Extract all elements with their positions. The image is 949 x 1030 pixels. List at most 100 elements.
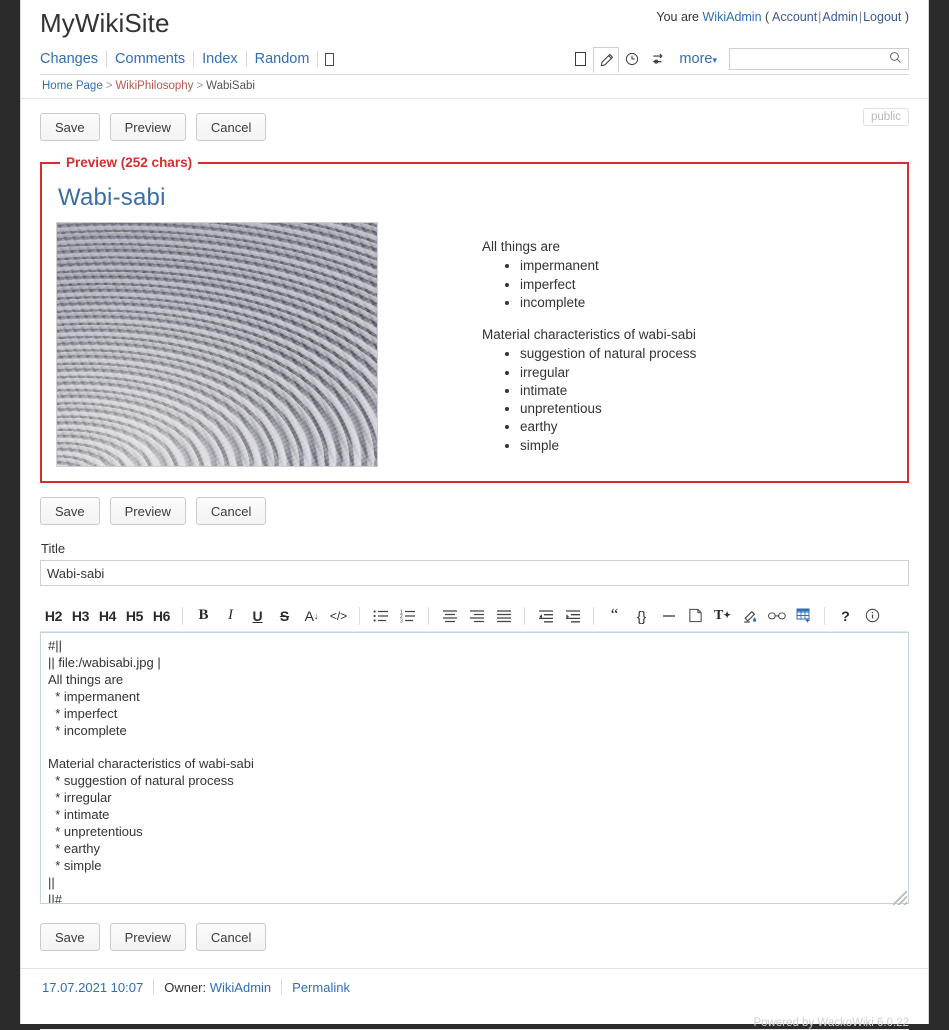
preview-button-middle[interactable]: Preview (110, 497, 186, 525)
align-center-icon[interactable] (436, 603, 463, 629)
wiki-source-textarea[interactable] (40, 632, 909, 904)
indent-icon[interactable] (559, 603, 586, 629)
middle-button-row: Save Preview Cancel (40, 497, 909, 525)
heading-h3-button[interactable]: H3 (67, 603, 94, 629)
save-button-top[interactable]: Save (40, 113, 100, 141)
preview-gap (482, 312, 696, 326)
editor-container (40, 632, 909, 907)
search-input[interactable] (736, 51, 889, 67)
underline-icon[interactable]: U (244, 603, 271, 629)
history-clock-icon[interactable] (619, 47, 645, 71)
align-right-icon[interactable] (463, 603, 490, 629)
toolbar-divider-3 (428, 607, 429, 625)
nav-item-index[interactable]: Index (194, 52, 245, 67)
edit-pencil-icon[interactable] (593, 47, 619, 73)
heading-h5-button[interactable]: H5 (121, 603, 148, 629)
link-icon[interactable] (763, 603, 790, 629)
breadcrumb-parent[interactable]: WikiPhilosophy (115, 80, 193, 92)
nav-item-comments[interactable]: Comments (107, 52, 193, 67)
heading-h4-button[interactable]: H4 (94, 603, 121, 629)
help-question-icon[interactable]: ? (832, 603, 859, 629)
add-table-icon[interactable] (790, 603, 817, 629)
align-justify-icon[interactable] (490, 603, 517, 629)
page-container: MyWikiSite You are WikiAdmin ( Account|A… (20, 0, 929, 1024)
editor-toolbar: H2 H3 H4 H5 H6 B I U S A↓ </> 123 (40, 602, 909, 632)
nav-item-random[interactable]: Random (247, 52, 318, 67)
h2-label: H2 (45, 608, 62, 624)
breadcrumb-home[interactable]: Home Page (42, 80, 103, 92)
search-box[interactable] (729, 48, 909, 70)
footer-timestamp[interactable]: 17.07.2021 10:07 (42, 980, 143, 995)
account-link[interactable]: Account (772, 10, 817, 24)
preview-section: Preview (252 chars) Wabi-sabi All things… (21, 155, 928, 483)
numbered-list-icon[interactable]: 123 (394, 603, 421, 629)
heading-h2-button[interactable]: H2 (40, 603, 67, 629)
save-button-middle[interactable]: Save (40, 497, 100, 525)
page-tools: more▾ (567, 44, 909, 74)
clear-format-icon[interactable]: A↓ (298, 603, 325, 629)
user-session-area: You are WikiAdmin ( Account|Admin|Logout… (656, 10, 909, 24)
preview-legend: Preview (252 chars) (60, 155, 198, 170)
preview-section2-title: Material characteristics of wabi-sabi (482, 326, 696, 343)
nav-item-changes[interactable]: Changes (40, 52, 106, 67)
bottom-button-row: Save Preview Cancel (40, 923, 909, 951)
cancel-button-bottom[interactable]: Cancel (196, 923, 266, 951)
logout-link[interactable]: Logout (863, 10, 901, 24)
list-item: irregular (520, 364, 696, 381)
note-icon[interactable] (682, 603, 709, 629)
bold-icon[interactable]: B (190, 603, 217, 629)
preview-image-wabisabi (56, 222, 378, 467)
site-title: MyWikiSite (40, 8, 170, 39)
top-button-row: Save Preview Cancel (40, 113, 909, 141)
chevron-down-icon: ▾ (712, 55, 717, 65)
title-field-label: Title (41, 541, 909, 556)
quote-icon[interactable]: “ (601, 603, 628, 629)
text-superscript-icon[interactable]: T✦ (709, 603, 736, 629)
site-header: MyWikiSite You are WikiAdmin ( Account|A… (21, 0, 928, 44)
preview-list-1: impermanent imperfect incomplete (482, 257, 696, 311)
preview-page-heading: Wabi-sabi (58, 184, 893, 212)
save-button-bottom[interactable]: Save (40, 923, 100, 951)
code-icon[interactable]: </> (325, 603, 352, 629)
preview-body: All things are impermanent imperfect inc… (56, 222, 893, 467)
highlighter-icon[interactable] (736, 603, 763, 629)
outdent-icon[interactable] (532, 603, 559, 629)
cancel-button-middle[interactable]: Cancel (196, 497, 266, 525)
cancel-button-top[interactable]: Cancel (196, 113, 266, 141)
footer-permalink[interactable]: Permalink (292, 980, 350, 995)
title-input[interactable] (40, 560, 909, 586)
italic-icon[interactable]: I (217, 603, 244, 629)
footer-owner-link[interactable]: WikiAdmin (210, 980, 271, 995)
status-badge-public: public (863, 108, 909, 126)
settings-sliders-icon[interactable] (645, 47, 671, 71)
horizontal-rule-icon[interactable] (655, 603, 682, 629)
braces-icon[interactable]: {} (628, 603, 655, 629)
list-item: suggestion of natural process (520, 345, 696, 362)
preview-button-top[interactable]: Preview (110, 113, 186, 141)
preview-button-bottom[interactable]: Preview (110, 923, 186, 951)
search-icon[interactable] (889, 51, 902, 67)
current-user-link[interactable]: WikiAdmin (703, 10, 762, 24)
bullet-list-icon[interactable] (367, 603, 394, 629)
bookmark-page-icon[interactable] (318, 48, 340, 70)
svg-text:3: 3 (400, 618, 403, 623)
toolbar-divider-1 (182, 607, 183, 625)
list-item: imperfect (520, 276, 696, 293)
edit-form: Title H2 H3 H4 H5 H6 B I U S A↓ </> 123 (21, 541, 928, 907)
page-view-icon[interactable] (567, 47, 593, 71)
list-item: earthy (520, 418, 696, 435)
toolbar-divider-4 (524, 607, 525, 625)
heading-h6-button[interactable]: H6 (148, 603, 175, 629)
strikethrough-icon[interactable]: S (271, 603, 298, 629)
main-navbar: Changes Comments Index Random (40, 44, 909, 74)
preview-list-2: suggestion of natural process irregular … (482, 345, 696, 454)
admin-link[interactable]: Admin (822, 10, 857, 24)
bottom-action-bar: Save Preview Cancel (21, 923, 928, 951)
info-icon[interactable] (859, 603, 886, 629)
footer-divider-1 (153, 979, 154, 995)
breadcrumb-current: WabiSabi (206, 80, 255, 92)
powered-by-label: Powered by WackoWiki 6.0.22 (21, 1008, 928, 1029)
more-menu-button[interactable]: more▾ (671, 51, 723, 67)
toolbar-divider-5 (593, 607, 594, 625)
list-item: simple (520, 437, 696, 454)
